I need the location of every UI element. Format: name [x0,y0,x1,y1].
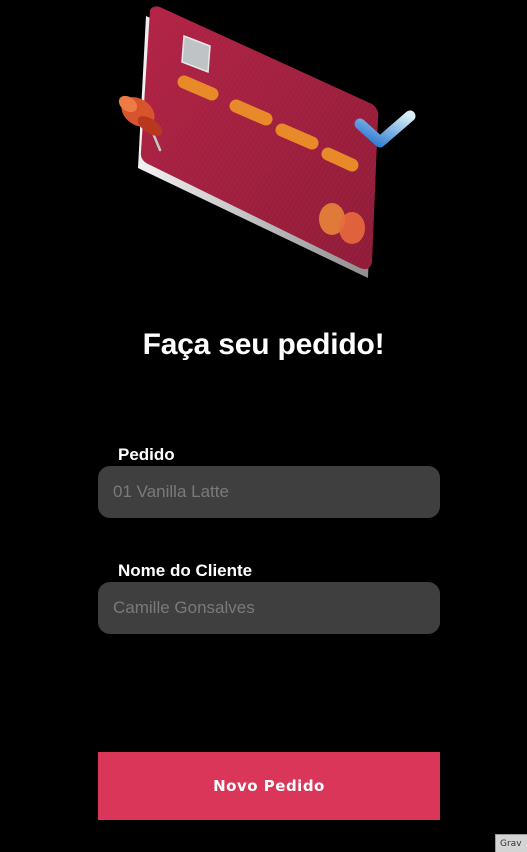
credit-card-icon [138,6,379,278]
credit-card-illustration [118,6,416,278]
corner-tag: Grav [495,834,527,852]
new-order-button[interactable]: Novo Pedido [98,752,440,820]
order-page: Faça seu pedido! Pedido Nome do Cliente … [0,0,527,852]
client-name-label: Nome do Cliente [118,561,253,580]
order-input[interactable] [98,466,440,518]
client-name-input[interactable] [98,582,440,634]
page-title: Faça seu pedido! [142,328,385,361]
order-label: Pedido [118,445,175,464]
